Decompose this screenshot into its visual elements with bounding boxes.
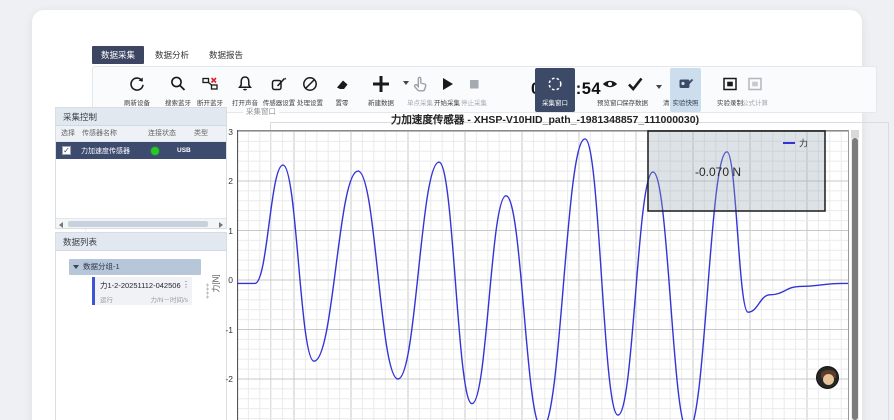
column-sensor-name: 传感器名称 [82, 126, 148, 141]
chart-vscrollbar[interactable] [851, 130, 859, 420]
data-group-label: 数据分组-1 [83, 262, 120, 271]
snapshot-icon [670, 72, 701, 96]
data-item-title: 力1-2-20251112-042506 [100, 280, 188, 291]
experiment-snapshot-button[interactable]: 实验快照 [670, 68, 701, 112]
main-tabbar: 数据采集 数据分析 数据报告 [92, 46, 252, 64]
collect-control-panel: 采集控制 选择 传感器名称 连接状态 类型 ✓ 力加速度传感器 USB [55, 107, 227, 229]
item-axes-label: 力/N－时间/s [150, 294, 188, 304]
item-status: 运行 [100, 294, 113, 304]
data-list-title: 数据列表 [56, 233, 226, 251]
zero-button[interactable]: 置零 [321, 69, 363, 112]
app-window: 数据采集 数据分析 数据报告 刷新设备 搜索蓝牙 [32, 10, 862, 420]
y-tick-label: 1 [217, 226, 233, 236]
sensor-table-header: 选择 传感器名称 连接状态 类型 [56, 126, 226, 142]
svg-text:力: 力 [799, 138, 808, 149]
vscroll-cap[interactable] [851, 130, 859, 138]
new-data-button[interactable]: 新建数据 [360, 69, 402, 112]
sensor-type: USB [177, 147, 191, 154]
scroll-left-arrow-icon[interactable] [59, 222, 63, 228]
vscroll-thumb[interactable] [852, 138, 858, 420]
dashed-circle-icon [535, 72, 575, 96]
y-axis-ticks: 3 2 1 0 -1 -2 [217, 130, 233, 420]
connection-status-dot [151, 147, 159, 155]
sensor-name: 力加速度传感器 [71, 146, 137, 156]
tab-data-report[interactable]: 数据报告 [200, 46, 252, 64]
refresh-icon [116, 72, 158, 96]
column-connection-status: 连接状态 [148, 126, 194, 141]
y-tick-label: -2 [217, 374, 233, 384]
collect-control-title: 采集控制 [56, 108, 226, 126]
chevron-down-icon [73, 265, 79, 269]
check-icon [614, 72, 656, 96]
data-list-item[interactable]: 力1-2-20251112-042506 ⋮ 运行 力/N－时间/s [92, 277, 192, 305]
list-scroll-handle[interactable] [206, 283, 209, 299]
column-select: 选择 [56, 126, 82, 141]
data-list-panel: 数据列表 数据分组-1 力1-2-20251112-042506 ⋮ 运行 力/… [55, 232, 227, 420]
eraser-icon [321, 72, 363, 96]
refresh-device-button[interactable]: 刷新设备 [116, 69, 158, 112]
screen: 数据采集 数据分析 数据报告 刷新设备 搜索蓝牙 [0, 0, 894, 420]
collect-panel-hscrollbar[interactable] [56, 218, 226, 228]
y-tick-label: 0 [217, 275, 233, 285]
formula-calc-button[interactable]: 公式计算 [734, 69, 776, 112]
item-menu-icon[interactable]: ⋮ [182, 280, 190, 289]
data-group-row[interactable]: 数据分组-1 [69, 259, 201, 275]
stop-collection-button[interactable]: 停止采集 [453, 69, 495, 112]
y-tick-label: 3 [217, 127, 233, 137]
toolbar: 刷新设备 搜索蓝牙 断开蓝牙 打开声音 [92, 66, 877, 113]
tab-data-collection[interactable]: 数据采集 [92, 46, 144, 64]
hscroll-thumb[interactable] [68, 221, 208, 227]
y-tick-label: -1 [217, 325, 233, 335]
plus-icon [360, 72, 402, 96]
formula-icon [734, 72, 776, 96]
y-tick-label: 2 [217, 176, 233, 186]
assistant-avatar[interactable] [816, 366, 839, 389]
capture-window-button[interactable]: 采集窗口 [535, 68, 575, 112]
avatar-face [823, 374, 834, 385]
chart-plot-area[interactable]: 力 -0.070 N [237, 130, 849, 420]
sensor-row[interactable]: ✓ 力加速度传感器 USB [56, 142, 226, 159]
save-data-button[interactable]: 保存数据 [614, 69, 656, 112]
chart-title: 力加速度传感器 - XHSP-V10HID_path_-1981348857_1… [250, 112, 840, 127]
svg-text:-0.070 N: -0.070 N [695, 165, 741, 179]
stop-icon [453, 72, 495, 96]
sensor-checkbox[interactable]: ✓ [62, 146, 71, 155]
tab-data-analysis[interactable]: 数据分析 [146, 46, 198, 64]
